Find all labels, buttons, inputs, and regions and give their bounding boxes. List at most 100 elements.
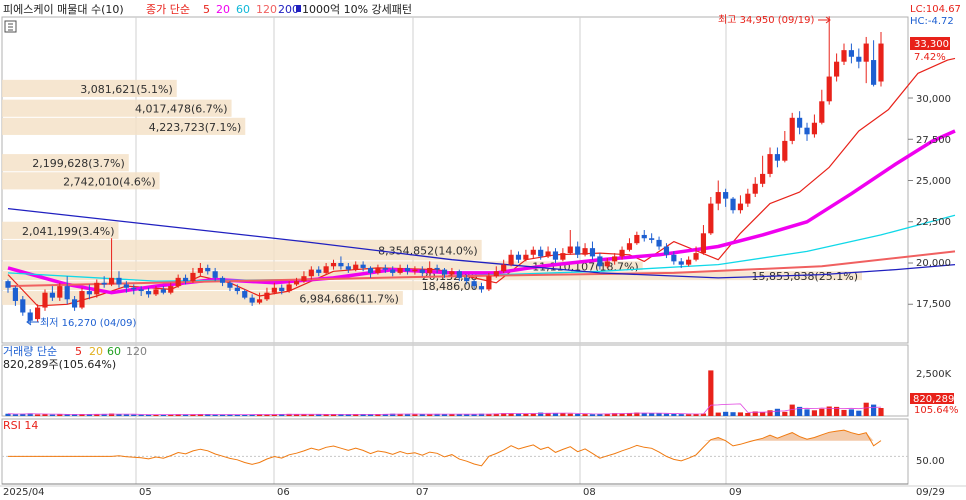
- volume-ma-60: 60: [107, 345, 121, 358]
- candle-up: [700, 233, 707, 254]
- candle-down: [145, 291, 152, 295]
- candle-up: [308, 269, 314, 277]
- volume-bar: [841, 409, 847, 416]
- candle-down: [227, 282, 233, 288]
- y-tick-25000: 25,000: [916, 176, 951, 187]
- candle-up: [501, 264, 507, 272]
- candle-down: [345, 266, 351, 270]
- x-label-2025-04: 2025/04: [3, 487, 45, 498]
- volume-bar: [715, 412, 721, 416]
- ma-period-5: 5: [203, 3, 210, 16]
- candle-down: [419, 269, 425, 273]
- volume-profile-label: 2,199,628(3.7%): [32, 157, 125, 170]
- volume-profile-label: 6,984,686(11.7%): [299, 292, 399, 305]
- volume-bar: [878, 408, 884, 416]
- volume-bar: [737, 412, 744, 416]
- candle-down: [219, 277, 226, 283]
- ma-period-200: 200: [278, 3, 299, 16]
- pattern-label: 1000억 10% 강세패턴: [302, 3, 412, 16]
- candle-down: [663, 246, 670, 255]
- candle-down: [249, 297, 255, 303]
- volume-bar: [567, 413, 573, 416]
- chart-canvas[interactable]: 2,041,199(3.4%)8,354,852(14.0%)11,110,10…: [0, 0, 966, 500]
- candle-up: [493, 271, 499, 277]
- candle-down: [205, 267, 211, 272]
- volume-bar: [708, 370, 714, 416]
- volume-bar: [412, 414, 418, 416]
- candle-up: [397, 267, 403, 273]
- candle-down: [20, 299, 26, 313]
- last-change: 7.42%: [914, 52, 946, 63]
- ma-period-120: 120: [256, 3, 277, 16]
- volume-bar: [782, 411, 788, 416]
- candle-down: [552, 251, 559, 260]
- volume-ma-5: 5: [75, 345, 82, 358]
- candle-up: [323, 266, 329, 273]
- volume-profile-label: 2,742,010(4.6%): [63, 175, 156, 188]
- volume-profile-label: 2,041,199(3.4%): [22, 225, 115, 238]
- candle-down: [242, 291, 248, 298]
- candle-down: [804, 127, 810, 135]
- x-label-08: 08: [583, 487, 596, 498]
- candle-up: [878, 43, 884, 82]
- volume-current: 820,289주(105.64%): [3, 358, 116, 371]
- candle-up: [612, 256, 618, 262]
- pattern-marker-icon: [296, 5, 301, 12]
- volume-bar: [138, 414, 144, 416]
- candle-up: [767, 154, 773, 174]
- volume-bar: [656, 413, 662, 416]
- volume-bar: [12, 414, 18, 416]
- volume-bar: [464, 414, 470, 416]
- volume-bar: [811, 410, 818, 416]
- candle-down: [116, 277, 122, 285]
- candle-up: [604, 261, 610, 267]
- candle-down: [656, 239, 662, 247]
- candle-down: [234, 287, 240, 292]
- candle-down: [101, 282, 107, 285]
- volume-bar: [582, 414, 588, 416]
- candle-up: [523, 254, 529, 260]
- volume-bar: [745, 412, 751, 416]
- volume-profile-label: 18,486,00: [422, 280, 478, 293]
- volume-last-pct: 105.64%: [914, 405, 959, 416]
- candle-up: [708, 203, 714, 234]
- candle-down: [797, 117, 803, 128]
- candle-down: [856, 56, 862, 62]
- candle-up: [256, 299, 263, 303]
- candle-up: [545, 251, 551, 257]
- candle-up: [863, 43, 869, 62]
- volume-bar: [723, 411, 729, 416]
- candle-up: [57, 286, 63, 298]
- volume-bar: [131, 414, 137, 416]
- candle-down: [5, 281, 11, 288]
- candle-up: [508, 254, 514, 265]
- candle-down: [182, 277, 189, 282]
- volume-bar: [308, 414, 314, 416]
- candle-down: [12, 287, 18, 301]
- y-tick-20000: 20,000: [916, 258, 951, 269]
- rsi-label: RSI 14: [3, 419, 38, 432]
- volume-bar: [456, 414, 462, 416]
- low-annotation: 최저 16,270 (04/09): [40, 317, 136, 329]
- candle-down: [160, 289, 166, 293]
- candle-up: [582, 248, 588, 255]
- volume-bar: [530, 413, 536, 416]
- last-price: 33,300: [914, 39, 949, 50]
- candle-up: [449, 271, 455, 275]
- candle-up: [715, 192, 721, 204]
- volume-ma-20: 20: [89, 345, 103, 358]
- candle-down: [360, 264, 366, 268]
- candle-down: [441, 269, 448, 275]
- x-label-07: 07: [416, 487, 429, 498]
- candle-down: [212, 271, 218, 278]
- candle-up: [745, 193, 751, 204]
- volume-bar: [560, 413, 566, 416]
- candle-up: [427, 267, 433, 273]
- volume-y-tick: 2,500K: [916, 369, 952, 380]
- candle-down: [871, 60, 877, 85]
- volume-bar: [767, 410, 773, 416]
- candle-up: [168, 286, 174, 293]
- volume-profile-label: 3,081,621(5.1%): [80, 83, 173, 96]
- candle-up: [108, 277, 115, 285]
- volume-bar: [419, 414, 425, 416]
